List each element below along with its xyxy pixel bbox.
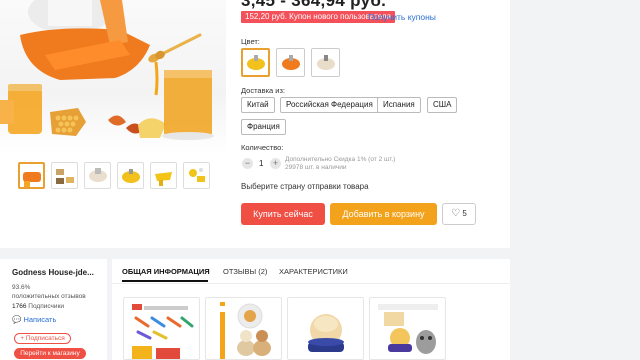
thumbnail-yellow-side-icon	[154, 171, 172, 186]
quantity-label: Количество:	[241, 143, 284, 152]
message-seller-link[interactable]: 💬 Написать	[12, 315, 56, 324]
thumbnail-cream-icon	[88, 167, 107, 182]
dog-treat-stick-image	[219, 302, 271, 359]
seller-name[interactable]: Godness House-jde...	[12, 268, 94, 277]
cream-dispenser-icon	[316, 54, 335, 70]
bulk-discount-note: Дополнительно Скидка 1% (от 2 шт.)	[285, 156, 396, 163]
thumbnail-yellow-icon	[121, 168, 140, 183]
tab-reviews[interactable]: ОТЗЫВЫ (2)	[223, 267, 267, 276]
heart-icon: ♡	[451, 208, 461, 219]
yellow-dispenser-icon	[246, 54, 265, 70]
get-coupons-link[interactable]: Получить купоны	[368, 11, 436, 23]
tab-overview[interactable]: ОБЩАЯ ИНФОРМАЦИЯ	[122, 267, 210, 276]
thumbnail-3[interactable]	[84, 162, 111, 189]
cat-candy-ball-image	[308, 314, 344, 352]
tab-specs[interactable]: ХАРАКТЕРИСТИКИ	[279, 267, 348, 276]
thumbnail-1[interactable]	[18, 162, 45, 189]
quantity-increase-button[interactable]: +	[270, 158, 281, 169]
ship-from-label: Доставка из:	[241, 86, 286, 95]
ship-from-usa[interactable]: США	[427, 97, 458, 113]
ship-from-spain[interactable]: Испания	[377, 97, 421, 113]
thumbnail-2[interactable]	[51, 162, 78, 189]
ship-from-russia[interactable]: Российская Федерация	[280, 97, 379, 113]
followers-info: 1766 Подписчики	[12, 303, 64, 310]
color-option-orange[interactable]	[276, 48, 305, 77]
orange-dispenser-icon	[281, 54, 300, 70]
cat-treat-ball-image	[378, 304, 438, 354]
scissors-set-image	[132, 304, 194, 359]
wishlist-button[interactable]: ♡ 5	[442, 203, 476, 225]
ship-from-france[interactable]: Франция	[241, 119, 286, 135]
thumbnail-4[interactable]	[117, 162, 144, 189]
tabs-divider	[112, 283, 510, 284]
thumbnail-parts-icon	[188, 167, 205, 182]
product-tile-3[interactable]	[287, 297, 364, 360]
add-to-cart-button[interactable]: Добавить в корзину	[330, 203, 437, 225]
choose-country-note: Выберите страну отправки товара	[241, 182, 369, 191]
quantity-value[interactable]: 1	[259, 158, 263, 169]
quantity-decrease-button[interactable]: −	[242, 158, 253, 169]
color-option-cream[interactable]	[311, 48, 340, 77]
stock-count: 29978 шт. в наличии	[285, 164, 347, 171]
thumbnail-6[interactable]	[183, 162, 210, 189]
visit-store-button[interactable]: Перейти к магазину	[14, 348, 86, 359]
active-tab-indicator	[122, 280, 208, 282]
image-thumbnails	[18, 162, 210, 189]
followers-label: Подписчики	[28, 303, 65, 310]
honey-dispenser-illustration	[0, 0, 214, 140]
thumbnail-dispenser-icon	[23, 171, 41, 187]
color-label: Цвет:	[241, 37, 260, 46]
positive-feedback-label: положительных отзывов	[12, 293, 86, 300]
message-seller-label: Написать	[23, 315, 57, 324]
thumbnail-5[interactable]	[150, 162, 177, 189]
product-tile-2[interactable]	[205, 297, 282, 360]
product-tile-1[interactable]	[123, 297, 200, 360]
product-tile-4[interactable]	[369, 297, 446, 360]
thumbnail-set-icon	[55, 168, 74, 184]
wishlist-count: 5	[462, 209, 467, 218]
stock-info: Дополнительно Скидка 1% (от 2 шт.) 29978…	[285, 156, 395, 172]
buy-now-button[interactable]: Купить сейчас	[241, 203, 325, 225]
subscribe-button[interactable]: + Подписаться	[14, 333, 71, 344]
price-range: 3,45 - 364,94 руб.	[241, 0, 387, 10]
followers-count: 1766	[12, 303, 27, 310]
color-option-yellow[interactable]	[241, 48, 270, 77]
product-main-image[interactable]	[0, 0, 226, 154]
positive-feedback-percent: 93.6%	[12, 284, 31, 291]
ship-from-china[interactable]: Китай	[241, 97, 275, 113]
chat-icon: 💬	[12, 315, 22, 324]
